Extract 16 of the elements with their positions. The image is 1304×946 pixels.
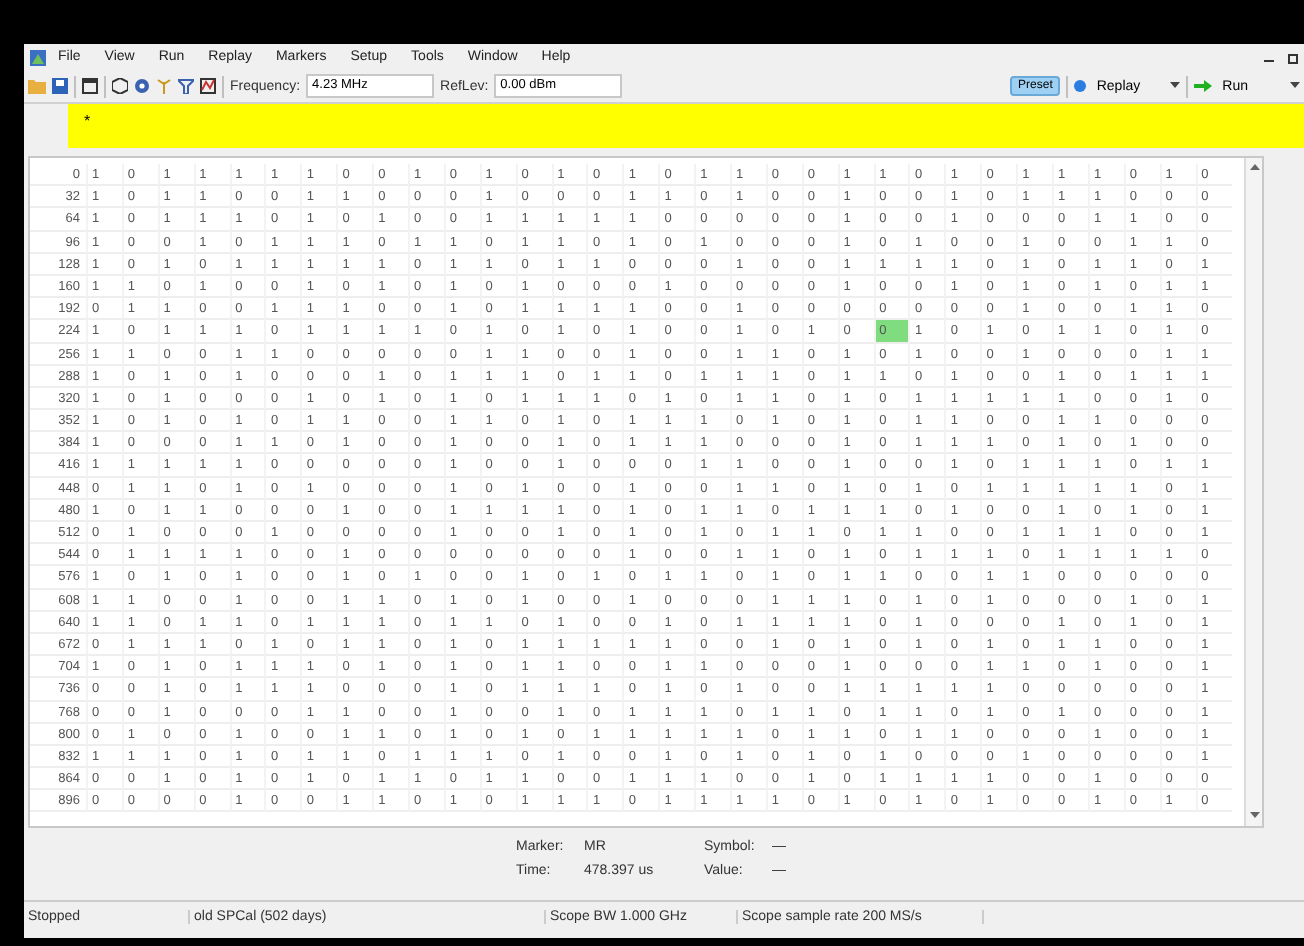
app-icon — [30, 49, 46, 65]
chart-icon[interactable] — [200, 78, 216, 94]
caret-icon[interactable] — [1290, 82, 1300, 90]
scroll-up-icon[interactable] — [1249, 164, 1259, 172]
window-icon[interactable] — [82, 78, 98, 94]
scroll-down-icon[interactable] — [1249, 812, 1259, 820]
scrollbar[interactable] — [1244, 158, 1262, 826]
restore-icon[interactable] — [1288, 51, 1300, 63]
settings-icon[interactable] — [134, 78, 150, 94]
save-icon[interactable] — [52, 78, 68, 94]
caret-icon[interactable] — [1170, 82, 1181, 90]
arrow-icon — [1194, 80, 1213, 92]
funnel-icon[interactable] — [178, 78, 194, 94]
dot-icon — [1074, 80, 1087, 92]
tab-strip: * — [68, 104, 1304, 148]
cube-icon[interactable] — [112, 78, 128, 94]
